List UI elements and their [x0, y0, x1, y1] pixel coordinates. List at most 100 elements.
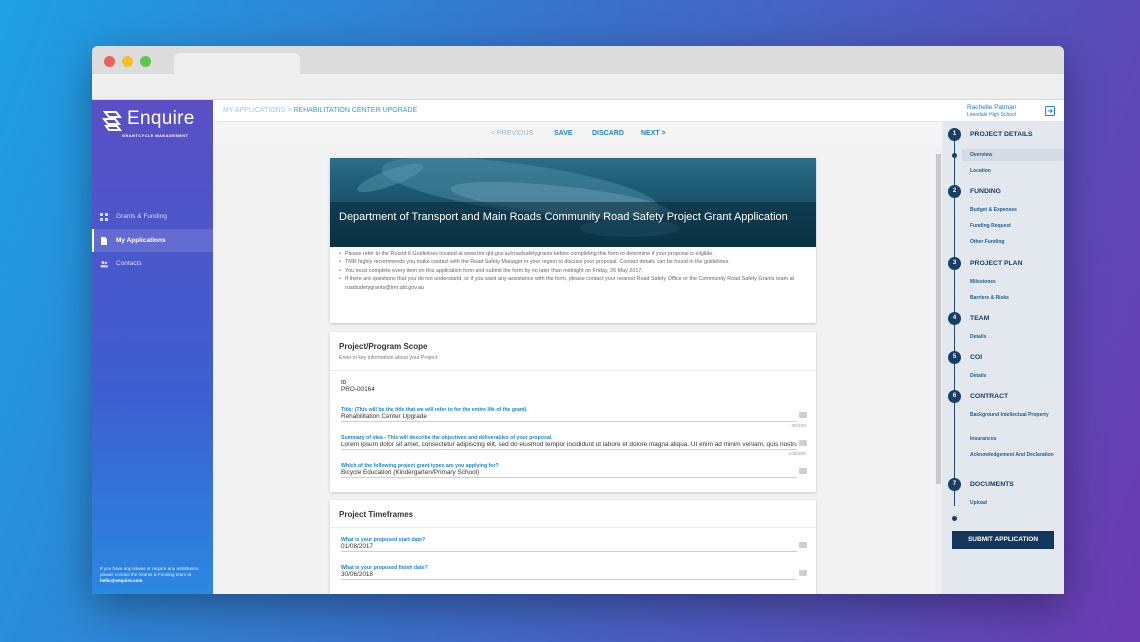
- submit-application-button[interactable]: SUBMIT APPLICATION: [952, 531, 1054, 549]
- substep-milestones[interactable]: Milestones: [970, 279, 1060, 286]
- breadcrumb-separator: >: [287, 107, 292, 114]
- save-button[interactable]: SAVE: [554, 130, 573, 137]
- scope-card: Project/Program Scope Enter in key infor…: [330, 332, 816, 492]
- substep-coi-details[interactable]: Details: [970, 373, 1060, 380]
- user-info[interactable]: Rachelle Patman Leendale High School: [967, 104, 1017, 118]
- hero-title-band: [330, 202, 816, 247]
- id-value: PRO-00164: [341, 386, 375, 393]
- section-subtitle: Enter in key information about your Proj…: [339, 355, 438, 361]
- timeframes-card: Project Timeframes What is your proposed…: [330, 500, 816, 594]
- step-contract[interactable]: CONTRACT: [970, 393, 1008, 400]
- keyboard-icon[interactable]: [799, 468, 807, 474]
- step-number: 7: [948, 478, 961, 491]
- step-number: 1: [948, 128, 961, 141]
- start-date-field[interactable]: 01/08/2017: [341, 543, 797, 552]
- browser-toolbar: [92, 74, 1064, 100]
- keyboard-icon[interactable]: [799, 412, 807, 418]
- sidebar-item-contacts[interactable]: Contacts: [92, 252, 213, 275]
- step-project-plan[interactable]: PROJECT PLAN: [970, 260, 1023, 267]
- enquire-logo-icon: [101, 111, 123, 131]
- instruction-item: You must complete every item on this app…: [339, 267, 807, 276]
- substep-insurances[interactable]: Insurances: [970, 436, 1060, 443]
- substep-funding-request[interactable]: Funding Request: [970, 223, 1060, 230]
- current-step-dot: [952, 153, 957, 158]
- close-window-button[interactable]: [104, 56, 115, 67]
- steps-end-dot: [952, 516, 957, 521]
- substep-upload[interactable]: Upload: [970, 500, 1060, 507]
- help-email-link[interactable]: hello@enquire.com: [100, 578, 143, 583]
- logout-icon[interactable]: [1045, 106, 1055, 116]
- document-icon: [101, 236, 107, 245]
- sidebar: Enquire GRANTCYCLE MANAGEMENT Grants & F…: [92, 100, 213, 594]
- grant-type-select[interactable]: Bicycle Education (Kindergarten/Primary …: [341, 469, 797, 478]
- divider: [330, 370, 816, 371]
- scrollbar-thumb[interactable]: [936, 154, 941, 484]
- discard-button[interactable]: DISCARD: [592, 130, 624, 137]
- browser-chrome: [92, 46, 1064, 100]
- user-school: Leendale High School: [967, 112, 1016, 118]
- step-documents[interactable]: DOCUMENTS: [970, 481, 1014, 488]
- top-bar: MY APPLICATIONS > REHABILITATION CENTER …: [213, 100, 1064, 122]
- previous-button[interactable]: < PREVIOUS: [491, 130, 533, 137]
- substep-acknowledgement[interactable]: Acknowledgement And Declaration: [970, 452, 1060, 459]
- steps-panel: 1 PROJECT DETAILS Overview Location 2 FU…: [942, 122, 1064, 594]
- sidebar-item-my-applications[interactable]: My Applications: [92, 229, 213, 252]
- breadcrumb-current: REHABILITATION CENTER UPGRADE: [293, 107, 418, 114]
- section-title: Project/Program Scope: [339, 342, 428, 351]
- breadcrumb: MY APPLICATIONS > REHABILITATION CENTER …: [223, 107, 417, 114]
- step-number: 6: [948, 390, 961, 403]
- breadcrumb-my-applications[interactable]: MY APPLICATIONS: [223, 107, 285, 114]
- brand-name: Enquire: [127, 108, 195, 129]
- summary-char-count: 445/300: [788, 452, 806, 457]
- substep-location[interactable]: Location: [970, 168, 1060, 175]
- title-char-count: 30/100: [791, 424, 806, 429]
- step-number: 3: [948, 257, 961, 270]
- form-content: Department of Transport and Main Roads C…: [213, 146, 935, 594]
- browser-tab[interactable]: [174, 53, 300, 75]
- keyboard-icon[interactable]: [799, 570, 807, 576]
- keyboard-icon[interactable]: [799, 440, 807, 446]
- enquire-logo[interactable]: Enquire GRANTCYCLE MANAGEMENT: [100, 108, 210, 142]
- user-name: Rachelle Patman: [967, 104, 1017, 111]
- substep-background-ip[interactable]: Background Intellectual Property: [970, 412, 1060, 419]
- instructions-list: Please refer to the Round 6 Guidelines l…: [330, 250, 816, 292]
- step-number: 2: [948, 185, 961, 198]
- maximize-window-button[interactable]: [140, 56, 151, 67]
- step-funding[interactable]: FUNDING: [970, 188, 1001, 195]
- brand-subtitle: GRANTCYCLE MANAGEMENT: [122, 133, 189, 138]
- substep-budget-expenses[interactable]: Budget & Expenses: [970, 207, 1060, 214]
- substep-barriers-risks[interactable]: Barriers & Risks: [970, 295, 1060, 302]
- finish-date-field[interactable]: 30/06/2018: [341, 571, 797, 580]
- step-number: 4: [948, 312, 961, 325]
- substep-overview[interactable]: Overview: [962, 149, 1064, 161]
- step-team[interactable]: TEAM: [970, 315, 989, 322]
- help-message: If you have any issues or require any as…: [100, 566, 200, 577]
- app: Enquire GRANTCYCLE MANAGEMENT Grants & F…: [92, 100, 1064, 594]
- help-text: If you have any issues or require any as…: [100, 566, 208, 584]
- browser-window: Enquire GRANTCYCLE MANAGEMENT Grants & F…: [92, 46, 1064, 594]
- next-button[interactable]: NEXT >: [641, 130, 666, 137]
- step-number: 5: [948, 351, 961, 364]
- form-toolbar: < PREVIOUS SAVE DISCARD NEXT >: [213, 122, 942, 146]
- divider: [330, 527, 816, 528]
- substep-team-details[interactable]: Details: [970, 334, 1060, 341]
- form-title: Department of Transport and Main Roads C…: [339, 211, 788, 223]
- instruction-item: If there are questions that you do not u…: [339, 275, 807, 292]
- content-scrollbar[interactable]: [935, 146, 942, 594]
- substep-other-funding[interactable]: Other Funding: [970, 239, 1060, 246]
- instruction-item: TMR highly recommends you make contact w…: [339, 258, 807, 267]
- step-project-details[interactable]: PROJECT DETAILS: [970, 131, 1033, 138]
- summary-field[interactable]: Lorem ipsum dolor sit amet, consectetur …: [341, 441, 797, 450]
- grid-icon: [100, 212, 108, 221]
- hero-image: Department of Transport and Main Roads C…: [330, 158, 816, 247]
- step-coi[interactable]: COI: [970, 354, 982, 361]
- people-icon: [100, 260, 108, 267]
- sidebar-item-label: Grants & Funding: [116, 213, 167, 220]
- title-field[interactable]: Rehabilitation Center Upgrade: [341, 413, 797, 422]
- sidebar-item-label: Contacts: [116, 260, 142, 267]
- sidebar-item-label: My Applications: [116, 237, 166, 244]
- section-title: Project Timeframes: [339, 510, 414, 519]
- minimize-window-button[interactable]: [122, 56, 133, 67]
- keyboard-icon[interactable]: [799, 542, 807, 548]
- sidebar-item-grants-funding[interactable]: Grants & Funding: [92, 205, 213, 228]
